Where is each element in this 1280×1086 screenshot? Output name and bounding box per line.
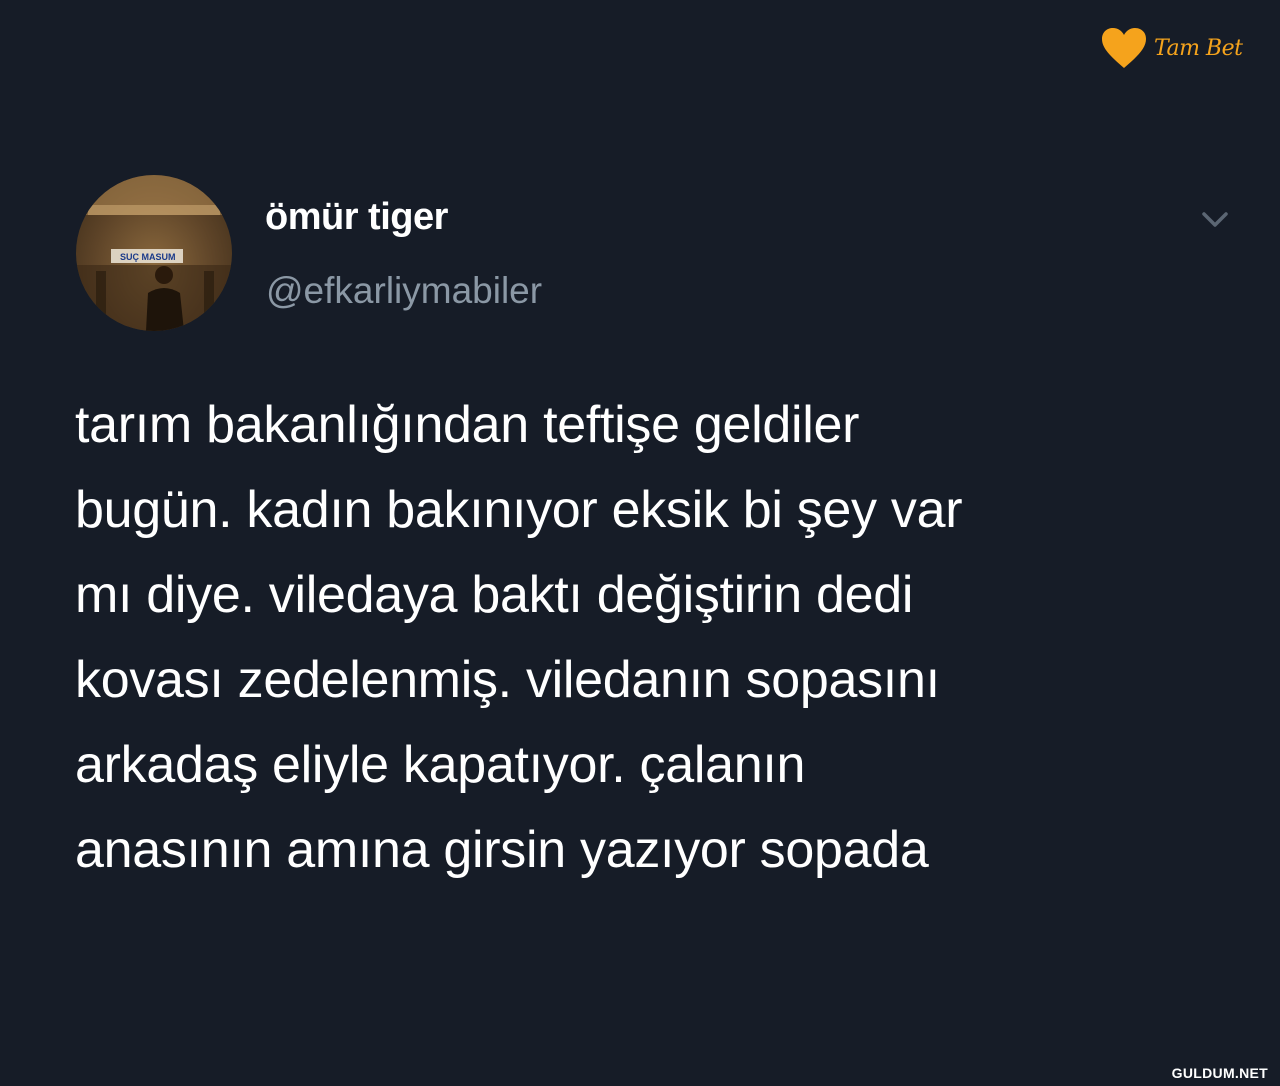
- tweet-text-line: bugün. kadın bakınıyor eksik bi şey var: [75, 481, 963, 539]
- brand-logo-text: Tam Bet: [1154, 35, 1243, 61]
- heart-icon: [1102, 28, 1146, 68]
- display-name[interactable]: ömür tiger: [265, 196, 448, 239]
- chevron-down-icon[interactable]: [1196, 204, 1234, 234]
- tweet-text-line: kovası zedelenmiş. viledanın sopasını: [75, 651, 940, 709]
- tweet-text-line: tarım bakanlığından teftişe geldiler: [75, 396, 860, 454]
- tweet-text-line: arkadaş eliyle kapatıyor. çalanın: [75, 736, 806, 794]
- tweet-text-line: anasının amına girsin yazıyor sopada: [75, 821, 929, 879]
- brand-logo: Tam Bet: [1100, 26, 1243, 70]
- user-handle[interactable]: @efkarliymabiler: [266, 270, 542, 312]
- avatar[interactable]: SUÇ MASUM: [76, 175, 232, 331]
- tweet-text-line: mı diye. viledaya baktı değiştirin dedi: [75, 566, 914, 624]
- avatar-sign-text: SUÇ MASUM: [120, 252, 176, 262]
- tweet-text: tarım bakanlığından teftişe geldiler bug…: [75, 383, 1245, 893]
- site-watermark: GULDUM.NET: [1167, 1064, 1272, 1082]
